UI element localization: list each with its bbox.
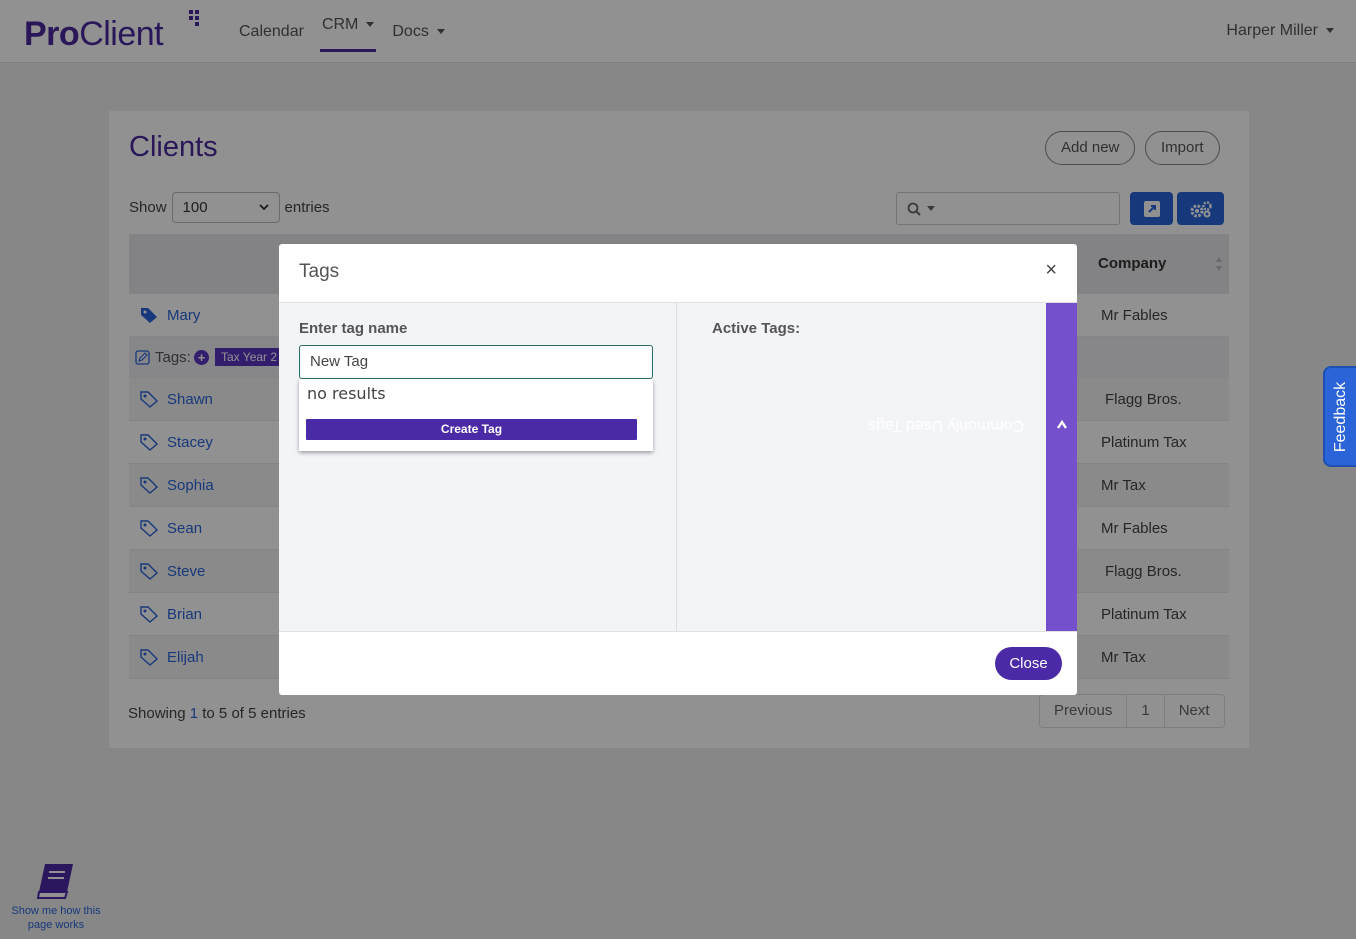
- modal-body: Enter tag name New Tag no results Create…: [279, 303, 1046, 631]
- tag-name-label: Enter tag name: [299, 320, 408, 337]
- chevron-up-icon: [1056, 419, 1067, 429]
- no-results-text: no results: [307, 384, 386, 403]
- tag-suggestions-dropdown: no results Create Tag: [299, 379, 653, 451]
- modal-footer: Close: [279, 631, 1077, 695]
- tag-entry-pane: Enter tag name New Tag no results Create…: [279, 303, 677, 631]
- modal-header: Tags ×: [279, 244, 1077, 303]
- tags-modal: Tags × Enter tag name New Tag no results…: [279, 244, 1077, 695]
- create-tag-button[interactable]: Create Tag: [306, 419, 637, 440]
- close-button[interactable]: Close: [995, 647, 1062, 680]
- commonly-used-tags-tab[interactable]: Commonly Used Tags: [867, 303, 1077, 631]
- active-tags-label: Active Tags:: [712, 320, 801, 337]
- feedback-tab[interactable]: Feedback: [1323, 366, 1356, 467]
- close-icon[interactable]: ×: [1045, 260, 1057, 280]
- modal-title: Tags: [299, 261, 340, 282]
- tag-name-input[interactable]: New Tag: [299, 345, 653, 379]
